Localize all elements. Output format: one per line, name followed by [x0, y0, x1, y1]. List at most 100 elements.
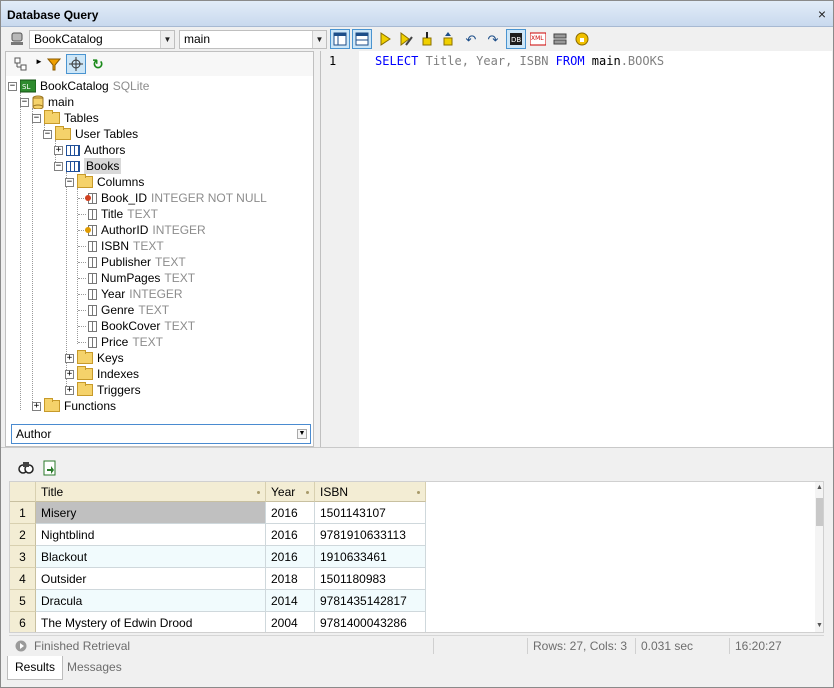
column-node[interactable]: NumPages TEXT: [88, 270, 195, 286]
column-node[interactable]: ISBN TEXT: [88, 238, 164, 254]
table-cell-year[interactable]: 2004: [266, 612, 315, 632]
tree-node-books[interactable]: − Books: [54, 158, 122, 174]
chevron-down-icon[interactable]: ▼: [160, 31, 174, 48]
collapse-icon[interactable]: −: [32, 113, 41, 123]
column-header-isbn[interactable]: ISBN: [315, 482, 426, 502]
foreign-key-column-icon: [85, 224, 97, 236]
import-button[interactable]: [417, 29, 437, 49]
tree-node-keys[interactable]: + Keys: [65, 350, 124, 366]
tree-node-authors[interactable]: + Authors: [54, 142, 125, 158]
scroll-down-icon[interactable]: ▼: [816, 622, 823, 629]
row-number[interactable]: 3: [10, 546, 36, 568]
collapse-icon[interactable]: −: [65, 177, 74, 187]
table-cell-year[interactable]: 2016: [266, 502, 315, 524]
collapse-icon[interactable]: −: [8, 81, 17, 91]
table-cell-title[interactable]: Outsider: [36, 568, 266, 590]
xml-button[interactable]: XML: [528, 29, 548, 49]
chevron-down-icon[interactable]: ▼: [297, 429, 307, 439]
column-node[interactable]: Publisher TEXT: [88, 254, 186, 270]
chevron-down-icon[interactable]: ▼: [312, 31, 326, 48]
row-number[interactable]: 4: [10, 568, 36, 590]
tab-results[interactable]: Results: [7, 656, 64, 680]
expand-icon[interactable]: +: [65, 385, 74, 395]
collapse-icon[interactable]: −: [54, 161, 63, 171]
export-button[interactable]: [438, 29, 458, 49]
vertical-scrollbar[interactable]: ▲ ▼: [815, 482, 823, 632]
sql-text[interactable]: SELECT Title, Year, ISBN FROM main.BOOKS: [375, 54, 664, 68]
table-cell-title[interactable]: Blackout: [36, 546, 266, 568]
collapse-icon[interactable]: −: [20, 97, 29, 107]
layout-horizontal-button[interactable]: [330, 29, 350, 49]
redo-button[interactable]: ↷: [483, 29, 503, 49]
add-object-icon[interactable]: [14, 57, 28, 71]
column-node[interactable]: Book_ID INTEGER NOT NULL: [85, 190, 267, 206]
table-cell-year[interactable]: 2016: [266, 524, 315, 546]
row-number[interactable]: 5: [10, 590, 36, 612]
execute-button[interactable]: [375, 29, 395, 49]
column-node[interactable]: Genre TEXT: [88, 302, 169, 318]
locate-object-icon[interactable]: [66, 54, 86, 74]
results-grid[interactable]: Title Year ISBN 1 Misery 2016 1501143107…: [9, 481, 824, 633]
tree-node-bookcatalog[interactable]: − SL BookCatalog SQLite: [8, 78, 149, 94]
expand-icon[interactable]: +: [65, 353, 74, 363]
datasource-select[interactable]: BookCatalog ▼: [29, 30, 175, 49]
scrollbar-thumb[interactable]: [816, 498, 823, 526]
object-filter-select[interactable]: Author ▼: [11, 424, 311, 444]
table-cell-isbn[interactable]: 9781400043286: [315, 612, 426, 632]
lock-button[interactable]: [572, 29, 592, 49]
table-cell-title[interactable]: Misery: [36, 502, 266, 524]
expand-icon[interactable]: +: [65, 369, 74, 379]
sql-editor[interactable]: 1 SELECT Title, Year, ISBN FROM main.BOO…: [320, 51, 832, 447]
table-cell-title[interactable]: Nightblind: [36, 524, 266, 546]
tree-node-indexes[interactable]: + Indexes: [65, 366, 139, 382]
column-header-year[interactable]: Year: [266, 482, 315, 502]
refresh-icon[interactable]: ↻: [92, 56, 104, 73]
column-node[interactable]: Title TEXT: [88, 206, 158, 222]
layout-split-button[interactable]: [352, 29, 372, 49]
table-cell-year[interactable]: 2018: [266, 568, 315, 590]
tree-node-triggers[interactable]: + Triggers: [65, 382, 141, 398]
row-number[interactable]: 2: [10, 524, 36, 546]
sort-indicator-icon[interactable]: [417, 491, 420, 494]
column-node[interactable]: BookCover TEXT: [88, 318, 195, 334]
column-node[interactable]: Price TEXT: [88, 334, 163, 350]
export-results-icon[interactable]: [42, 460, 58, 476]
execute-edit-button[interactable]: [396, 29, 416, 49]
table-cell-isbn[interactable]: 1501143107: [315, 502, 426, 524]
sort-indicator-icon[interactable]: [306, 491, 309, 494]
table-cell-title[interactable]: The Mystery of Edwin Drood: [36, 612, 266, 632]
tree-node-functions[interactable]: + Functions: [32, 398, 116, 414]
column-node[interactable]: Year INTEGER: [88, 286, 183, 302]
table-cell-isbn[interactable]: 1910633461: [315, 546, 426, 568]
tree-node-user-tables[interactable]: − User Tables: [43, 126, 138, 142]
collapse-icon[interactable]: −: [43, 129, 52, 139]
schema-select[interactable]: main ▼: [179, 30, 327, 49]
table-cell-year[interactable]: 2014: [266, 590, 315, 612]
horizontal-splitter[interactable]: [1, 447, 833, 453]
caret-right-icon[interactable]: ►: [35, 57, 43, 66]
sort-indicator-icon[interactable]: [257, 491, 260, 494]
expand-icon[interactable]: +: [54, 145, 63, 155]
close-icon[interactable]: ×: [814, 6, 830, 22]
column-header-title[interactable]: Title: [36, 482, 266, 502]
expand-icon[interactable]: +: [32, 401, 41, 411]
tab-messages[interactable]: Messages: [60, 656, 129, 680]
row-number[interactable]: 6: [10, 612, 36, 632]
database-icon: SL: [19, 79, 37, 93]
table-cell-isbn[interactable]: 9781435142817: [315, 590, 426, 612]
scroll-up-icon[interactable]: ▲: [816, 484, 823, 491]
table-cell-isbn[interactable]: 1501180983: [315, 568, 426, 590]
filter-icon[interactable]: [46, 57, 62, 71]
undo-button[interactable]: ↶: [461, 29, 481, 49]
tree-node-columns[interactable]: − Columns: [65, 174, 144, 190]
connect-button[interactable]: [550, 29, 570, 49]
find-icon[interactable]: [18, 460, 34, 476]
db-structure-button[interactable]: DB: [506, 29, 526, 49]
table-cell-year[interactable]: 2016: [266, 546, 315, 568]
table-cell-isbn[interactable]: 9781910633113: [315, 524, 426, 546]
tree-node-tables[interactable]: − Tables: [32, 110, 99, 126]
table-cell-title[interactable]: Dracula: [36, 590, 266, 612]
tree-node-main[interactable]: − main: [20, 94, 74, 110]
column-node[interactable]: AuthorID INTEGER: [85, 222, 206, 238]
row-number[interactable]: 1: [10, 502, 36, 524]
